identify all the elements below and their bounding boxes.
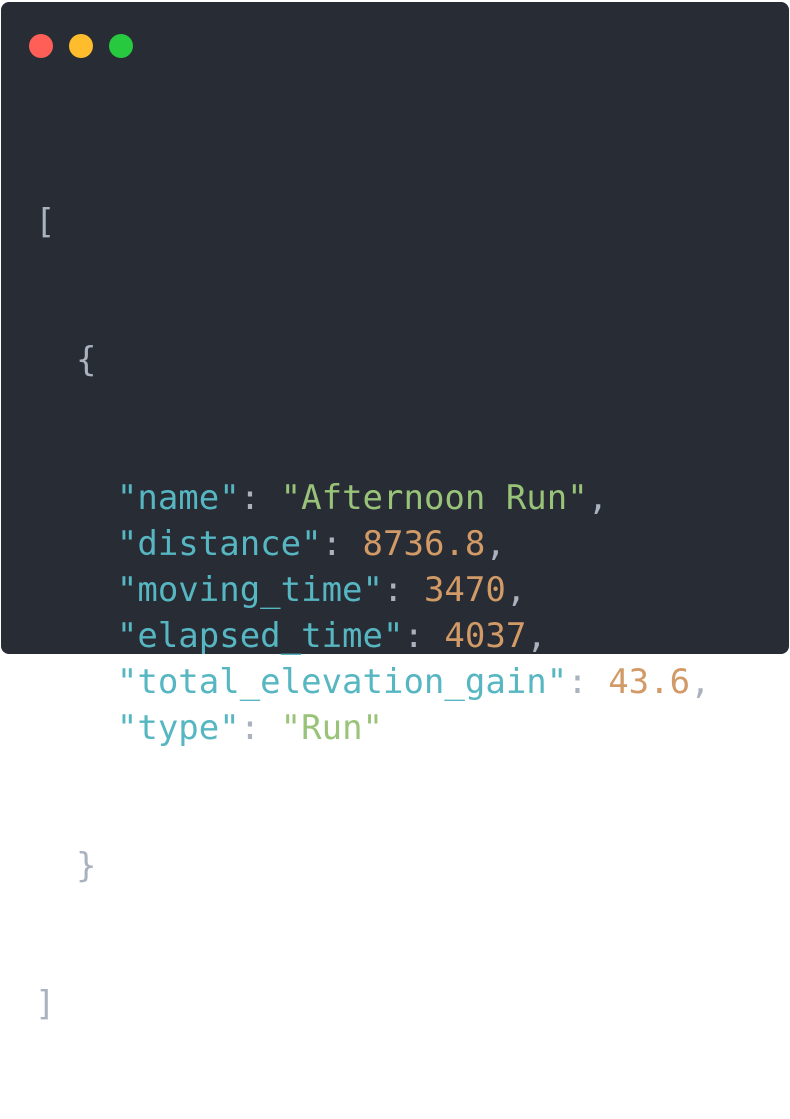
close-bracket: ] <box>35 984 56 1024</box>
json-key: "distance" <box>116 524 322 564</box>
json-key: "total_elevation_gain" <box>116 662 568 702</box>
code-line-open-bracket: [ <box>35 199 711 245</box>
json-value: 3470 <box>423 570 506 610</box>
json-value: "Afternoon Run" <box>280 478 588 518</box>
json-entries: "name": "Afternoon Run", "distance": 873… <box>35 475 711 751</box>
code-window: [ { "name": "Afternoon Run", "distance":… <box>1 2 789 1024</box>
json-key: "type" <box>116 708 240 748</box>
json-value: 4037 <box>444 616 527 656</box>
json-key: "moving_time" <box>116 570 383 610</box>
close-brace: } <box>75 846 97 886</box>
json-value: 43.6 <box>608 662 691 702</box>
json-entry-line: "elapsed_time": 4037, <box>116 616 547 656</box>
json-code-block: [ { "name": "Afternoon Run", "distance":… <box>35 107 711 1119</box>
code-line-close-bracket: ] <box>35 981 711 1027</box>
json-value: 8736.8 <box>362 524 486 564</box>
open-bracket: [ <box>35 202 56 242</box>
code-line-close-brace: } <box>35 843 711 889</box>
json-entry-line: "total_elevation_gain": 43.6, <box>116 662 711 702</box>
minimize-dot-icon[interactable] <box>69 34 93 58</box>
json-entry-line: "distance": 8736.8, <box>116 524 506 564</box>
zoom-dot-icon[interactable] <box>109 34 133 58</box>
json-entry-line: "moving_time": 3470, <box>116 570 527 610</box>
json-key: "elapsed_time" <box>116 616 404 656</box>
close-dot-icon[interactable] <box>29 34 53 58</box>
json-key: "name" <box>116 478 240 518</box>
json-entry-line: "type": "Run" <box>116 708 384 748</box>
json-value: "Run" <box>280 708 384 748</box>
open-brace: { <box>75 340 97 380</box>
code-line-open-brace: { <box>35 337 711 383</box>
json-entry-line: "name": "Afternoon Run", <box>116 478 609 518</box>
